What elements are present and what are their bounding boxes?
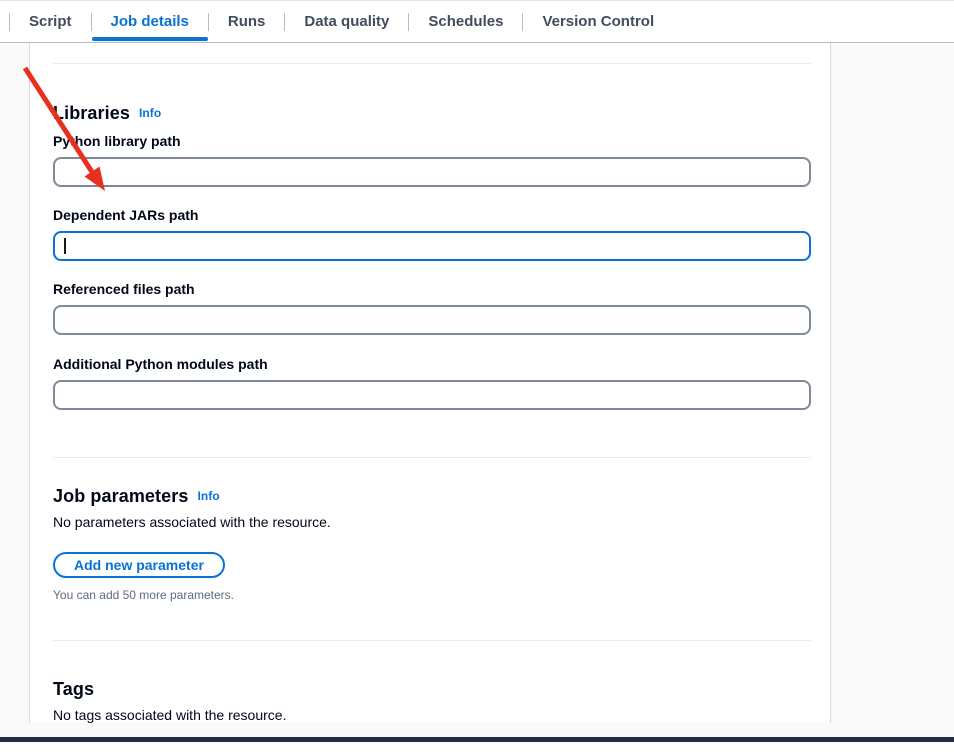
window-bottom-bar <box>0 737 954 742</box>
tab-job-details[interactable]: Job details <box>92 1 208 42</box>
job-parameters-empty-message: No parameters associated with the resour… <box>53 513 811 532</box>
dependent-jars-path-label: Dependent JARs path <box>53 206 811 224</box>
tab-runs[interactable]: Runs <box>209 1 285 42</box>
add-new-parameter-button[interactable]: Add new parameter <box>53 552 225 578</box>
additional-python-modules-path-textbox[interactable] <box>55 382 809 408</box>
tags-empty-message: No tags associated with the resource. <box>53 706 811 723</box>
tab-version-control[interactable]: Version Control <box>523 1 673 42</box>
libraries-section: Libraries Info Python library path Depend… <box>53 101 811 410</box>
tab-data-quality[interactable]: Data quality <box>285 1 408 42</box>
section-divider <box>53 640 811 641</box>
tags-section: Tags No tags associated with the resourc… <box>53 677 811 723</box>
python-library-path-textbox[interactable] <box>55 159 809 185</box>
job-parameters-title-text: Job parameters <box>53 486 188 506</box>
job-parameters-info-link[interactable]: Info <box>197 489 219 503</box>
section-divider <box>53 63 811 64</box>
page-background: Libraries Info Python library path Depend… <box>0 43 954 737</box>
tab-script[interactable]: Script <box>10 1 91 42</box>
libraries-title-text: Libraries <box>53 103 130 123</box>
dependent-jars-path-textbox[interactable] <box>55 233 809 259</box>
additional-python-modules-path-input[interactable] <box>53 380 811 410</box>
tags-title: Tags <box>53 677 811 701</box>
text-cursor <box>64 238 66 254</box>
python-library-path-input[interactable] <box>53 157 811 187</box>
referenced-files-path-textbox[interactable] <box>55 307 809 333</box>
libraries-title: Libraries Info <box>53 101 811 125</box>
tab-schedules[interactable]: Schedules <box>409 1 522 42</box>
tab-bar: Script Job details Runs Data quality Sch… <box>0 0 954 43</box>
referenced-files-path-input[interactable] <box>53 305 811 335</box>
dependent-jars-path-input[interactable] <box>53 231 811 261</box>
section-divider <box>53 457 811 458</box>
additional-python-modules-path-label: Additional Python modules path <box>53 355 811 373</box>
parameters-limit-hint: You can add 50 more parameters. <box>53 587 811 603</box>
job-parameters-section: Job parameters Info No parameters associa… <box>53 484 811 603</box>
job-details-panel: Libraries Info Python library path Depend… <box>29 43 831 723</box>
python-library-path-label: Python library path <box>53 132 811 150</box>
referenced-files-path-label: Referenced files path <box>53 280 811 298</box>
job-parameters-title: Job parameters Info <box>53 484 811 508</box>
libraries-info-link[interactable]: Info <box>139 106 161 120</box>
